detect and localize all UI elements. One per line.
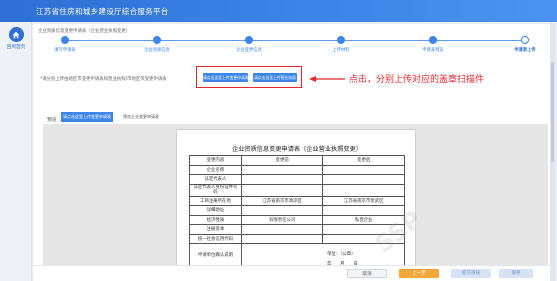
step-dot [153, 36, 161, 44]
submit-review-button[interactable]: 提交审核 [451, 269, 491, 278]
step-3: 企业变更信息 [219, 36, 279, 53]
form-table: 变更内容 变更前 变更后 企业名称 法定代表人 法定代表人身份证件号码 工商注册… [189, 155, 406, 268]
document-page: 企业资质信息变更申请表（企业营业执照变更） 变更内容 变更前 变更后 企业名称 … [176, 129, 427, 274]
table-row: 法定代表人 [189, 174, 405, 185]
cancel-button[interactable]: 取消 [347, 269, 387, 278]
table-cell [322, 205, 405, 216]
upload-hint: *请分别上传由地区市变更申请表和营业执照/市地区市变更申请表 [40, 77, 167, 82]
document-viewer[interactable]: 企业资质信息变更申请表（企业营业执照变更） 变更内容 变更前 变更后 企业名称 … [43, 124, 548, 274]
step-dot [245, 36, 253, 44]
home-icon [8, 27, 24, 42]
step-dot [337, 36, 345, 44]
scroll-thumb[interactable] [551, 62, 554, 162]
step-2: 企业资质信息 [127, 36, 187, 53]
table-cell: 申请单位确认说明 [189, 243, 242, 268]
table-cell [322, 183, 405, 197]
table-cell [240, 174, 324, 185]
table-cell [240, 183, 324, 197]
breadcrumb: 企业资质信息变更申请表（企业营业执照变更） [38, 29, 131, 34]
home-button[interactable]: 回到首页 [4, 27, 28, 53]
upload-highlight-box: 请点击这里上传变更申请表 请点击这里上传营业执照 [196, 66, 302, 88]
table-cell [240, 224, 324, 235]
table-cell [240, 205, 324, 216]
table-cell: 经济性质 [189, 214, 242, 225]
app-title: 江苏省住房和城乡建设厅综合服务平台 [36, 7, 169, 16]
step-label: 企业变更信息 [236, 48, 262, 53]
step-label: 申请表预览 [422, 48, 444, 53]
table-cell: 注册资本 [189, 224, 242, 235]
annotation-text: 点击，分别上传对应的盖章扫描件 [349, 75, 485, 85]
step-dot-current [521, 36, 529, 44]
step-label: 企业资质信息 [144, 48, 170, 53]
table-header-row: 变更内容 变更前 变更后 [189, 155, 405, 166]
table-row: 工商注册所在地 江苏省南京市清凉区 江苏省南京市金武区 [189, 195, 405, 206]
arrow-left-icon [309, 76, 345, 82]
previous-step-button[interactable]: 上一步 [399, 269, 439, 278]
table-row-signature: 申请单位确认说明 [189, 243, 406, 268]
table-row: 企业名称 [189, 164, 405, 175]
home-label: 回到首页 [6, 45, 26, 50]
preview-label: 预览 [47, 118, 57, 123]
table-cell [240, 233, 324, 244]
save-button[interactable]: 保存 [499, 269, 533, 278]
table-cell: 变更内容 [189, 155, 242, 166]
table-row: 经济性质 有限责任公司 私营企业 [189, 214, 405, 225]
step-label: 上传材料 [332, 48, 350, 53]
table-cell: 有限责任公司 [240, 214, 324, 225]
page-scrollbar[interactable] [550, 22, 555, 281]
app-header: 江苏省住房和城乡建设厅综合服务平台 [0, 0, 557, 22]
table-cell: 变更前 [240, 155, 324, 166]
step-4: 上传材料 [311, 36, 371, 53]
document-title: 企业资质信息变更申请表（企业营业执照变更） [232, 146, 362, 153]
table-cell: 江苏省南京市金武区 [322, 195, 405, 206]
step-dot [429, 36, 437, 44]
tab-upload-application[interactable]: 请点击这里上传变更申请表 [61, 112, 113, 122]
step-label: 填写申请表 [54, 48, 76, 53]
seal-text: 单位：（公章） [327, 252, 356, 257]
sidebar: 回到首页 [0, 22, 32, 281]
main-panel: 企业资质信息变更申请表（企业营业执照变更） 填写申请表 企业资质信息 企业变更信… [33, 24, 555, 281]
table-cell: 变更后 [322, 155, 405, 166]
table-cell [240, 164, 324, 175]
table-row: 注册资本 [189, 224, 405, 235]
tab-preview-application[interactable]: 预览企业变更申请表 [115, 112, 167, 122]
table-cell [322, 174, 405, 185]
table-cell: 统一社会信用代码 [189, 233, 242, 244]
step-6: 申请表上传 [495, 36, 555, 53]
table-cell: 江苏省南京市清凉区 [240, 195, 324, 206]
table-row: 法定代表人身份证件号码 [189, 183, 405, 197]
table-cell: 法定代表人身份证件号码 [189, 183, 242, 197]
footer-bar: 取消 上一步 提交审核 保存 [33, 265, 555, 281]
step-progress: 填写申请表 企业资质信息 企业变更信息 上传材料 申请表预览 申请表上传 [33, 36, 555, 56]
table-cell [322, 164, 405, 175]
table-cell: 工商注册所在地 [189, 195, 242, 206]
step-5: 申请表预览 [403, 36, 463, 53]
table-cell: 法定代表人 [189, 174, 242, 185]
table-cell: 详细地址 [189, 205, 242, 216]
table-row: 详细地址 [189, 205, 405, 216]
table-cell: 企业名称 [189, 164, 242, 175]
upload-application-button[interactable]: 请点击这里上传变更申请表 [203, 73, 249, 82]
step-1: 填写申请表 [35, 36, 95, 53]
upload-license-button[interactable]: 请点击这里上传营业执照 [253, 73, 297, 82]
step-dot [61, 36, 69, 44]
step-label: 申请表上传 [514, 48, 536, 53]
